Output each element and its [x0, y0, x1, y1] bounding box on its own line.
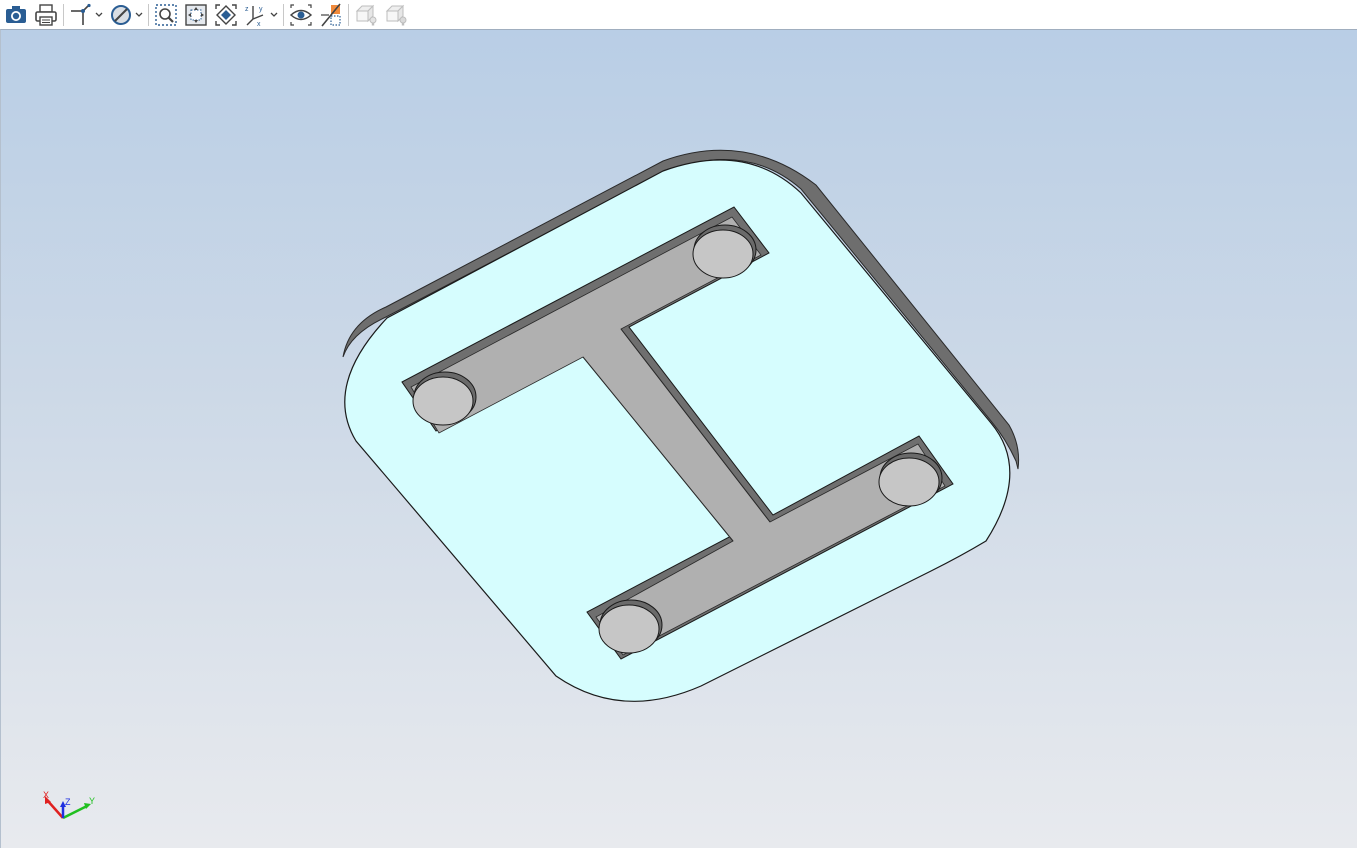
chevron-down-icon	[95, 12, 103, 17]
model-scene[interactable]	[1, 30, 1357, 848]
box-light-button[interactable]	[353, 2, 379, 28]
fit-all-button[interactable]	[183, 2, 209, 28]
z-axis-label: Z	[65, 797, 71, 807]
section-view-button[interactable]	[318, 2, 344, 28]
coordinate-system-button[interactable]: z y x	[243, 2, 279, 28]
display-style-icon	[111, 4, 143, 25]
box-light-alt-button[interactable]	[383, 2, 409, 28]
section-view-icon	[321, 2, 341, 27]
x-axis-label: X	[43, 790, 49, 800]
fit-all-icon	[185, 3, 207, 26]
svg-text:z: z	[245, 6, 249, 13]
chevron-down-icon	[135, 12, 143, 17]
view-orientation-button[interactable]	[213, 2, 239, 28]
screenshot-icon	[6, 5, 26, 23]
sketch-axes-button[interactable]	[68, 2, 104, 28]
print-icon	[35, 3, 57, 26]
toolbar-separator	[348, 3, 349, 26]
print-button[interactable]	[33, 2, 59, 28]
toolbar-separator	[283, 3, 284, 26]
toolbar-separator	[148, 3, 149, 26]
zoom-window-icon	[155, 3, 177, 26]
screenshot-button[interactable]	[3, 2, 29, 28]
svg-text:y: y	[259, 6, 263, 13]
axis-triad: X Y Z	[43, 790, 95, 820]
display-style-button[interactable]	[108, 2, 144, 28]
toolbar-separator	[63, 3, 64, 26]
visibility-eye-icon	[289, 3, 313, 26]
coordinate-system-icon: z y x	[245, 5, 278, 27]
box-light-icon	[355, 4, 377, 25]
box-light-alt-icon	[385, 4, 407, 25]
x-axis-line	[46, 799, 64, 819]
view-toolbar: z y x	[0, 0, 1357, 29]
zoom-window-button[interactable]	[153, 2, 179, 28]
svg-text:x: x	[257, 21, 261, 27]
y-axis-line	[62, 804, 88, 820]
visibility-button[interactable]	[288, 2, 314, 28]
y-axis-label: Y	[89, 796, 95, 806]
sketch-axes-icon	[71, 3, 103, 25]
view-orientation-icon	[215, 3, 237, 26]
3d-viewport[interactable]: X Y Z	[0, 29, 1357, 848]
chevron-down-icon	[270, 12, 278, 17]
